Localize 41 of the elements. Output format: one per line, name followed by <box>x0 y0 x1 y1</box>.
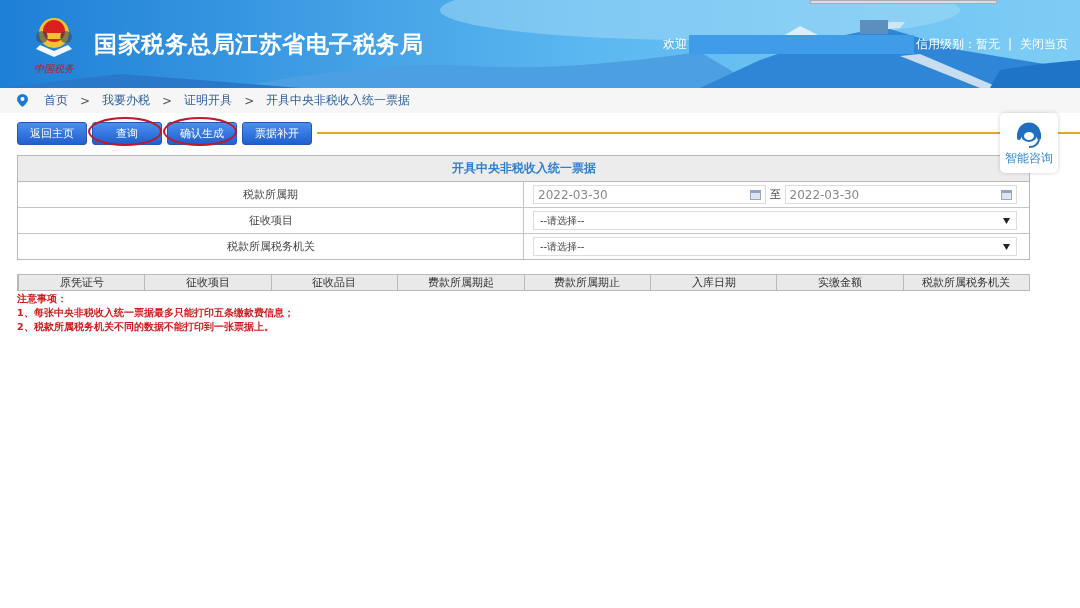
breadcrumb-link[interactable]: 我要办税 <box>102 92 151 109</box>
notes-title: 注意事项： <box>17 292 67 306</box>
breadcrumb-separator: > <box>162 93 173 108</box>
dropdown-arrow-icon <box>1003 217 1010 224</box>
field-label: 税款所属税务机关 <box>18 234 524 259</box>
logo-caption: 中国税务 <box>34 61 74 76</box>
site-title: 国家税务总局江苏省电子税务局 <box>94 29 423 59</box>
breadcrumb-separator: > <box>80 93 91 108</box>
column-header: 原凭证号 <box>18 275 145 290</box>
breadcrumb-link[interactable]: 首页 <box>44 92 68 109</box>
date-field[interactable]: 2022-03-30 <box>784 185 1017 204</box>
breadcrumb-separator: > <box>244 93 255 108</box>
field-label: 征收项目 <box>18 208 524 233</box>
calendar-icon[interactable] <box>1001 189 1012 200</box>
select-field[interactable]: --请选择-- <box>533 211 1017 230</box>
toolbar-button[interactable]: 票据补开 <box>242 121 312 145</box>
column-header: 费款所属期止 <box>523 275 650 290</box>
breadcrumb-link[interactable]: 开具中央非税收入统一票据 <box>266 92 411 109</box>
toolbar-button[interactable]: 返回主页 <box>17 121 87 145</box>
column-header: 征收项目 <box>144 275 271 290</box>
column-header: 实缴金额 <box>776 275 903 290</box>
toolbar-button[interactable]: 确认生成 <box>167 121 237 145</box>
credit-level: 信用级别：暂无 <box>915 35 1000 53</box>
select-field[interactable]: --请选择-- <box>533 237 1017 256</box>
column-header: 费款所属期起 <box>397 275 524 290</box>
field-label: 税款所属期 <box>18 182 524 207</box>
range-separator: 至 <box>769 187 781 202</box>
dropdown-arrow-icon <box>1003 243 1010 250</box>
breadcrumb-link[interactable]: 证明开具 <box>184 92 233 109</box>
calendar-icon[interactable] <box>749 189 761 200</box>
welcome-text: 欢迎 <box>662 35 687 53</box>
location-pin-icon <box>17 94 28 107</box>
column-header: 入库日期 <box>649 275 777 290</box>
separator: | <box>1007 37 1012 51</box>
toolbar-button[interactable]: 查询 <box>92 121 162 145</box>
note-text: 1、每张中央非税收入统一票据最多只能打印五条缴款费信息； <box>17 306 294 320</box>
consult-button[interactable]: 智能咨询 <box>1000 113 1058 173</box>
date-field[interactable]: 2022-03-30 <box>533 185 766 204</box>
note-text: 2、税款所属税务机关不同的数据不能打印到一张票据上。 <box>17 320 274 334</box>
column-header: 税款所属税务机关 <box>902 275 1029 290</box>
column-header: 征收品目 <box>270 275 398 290</box>
